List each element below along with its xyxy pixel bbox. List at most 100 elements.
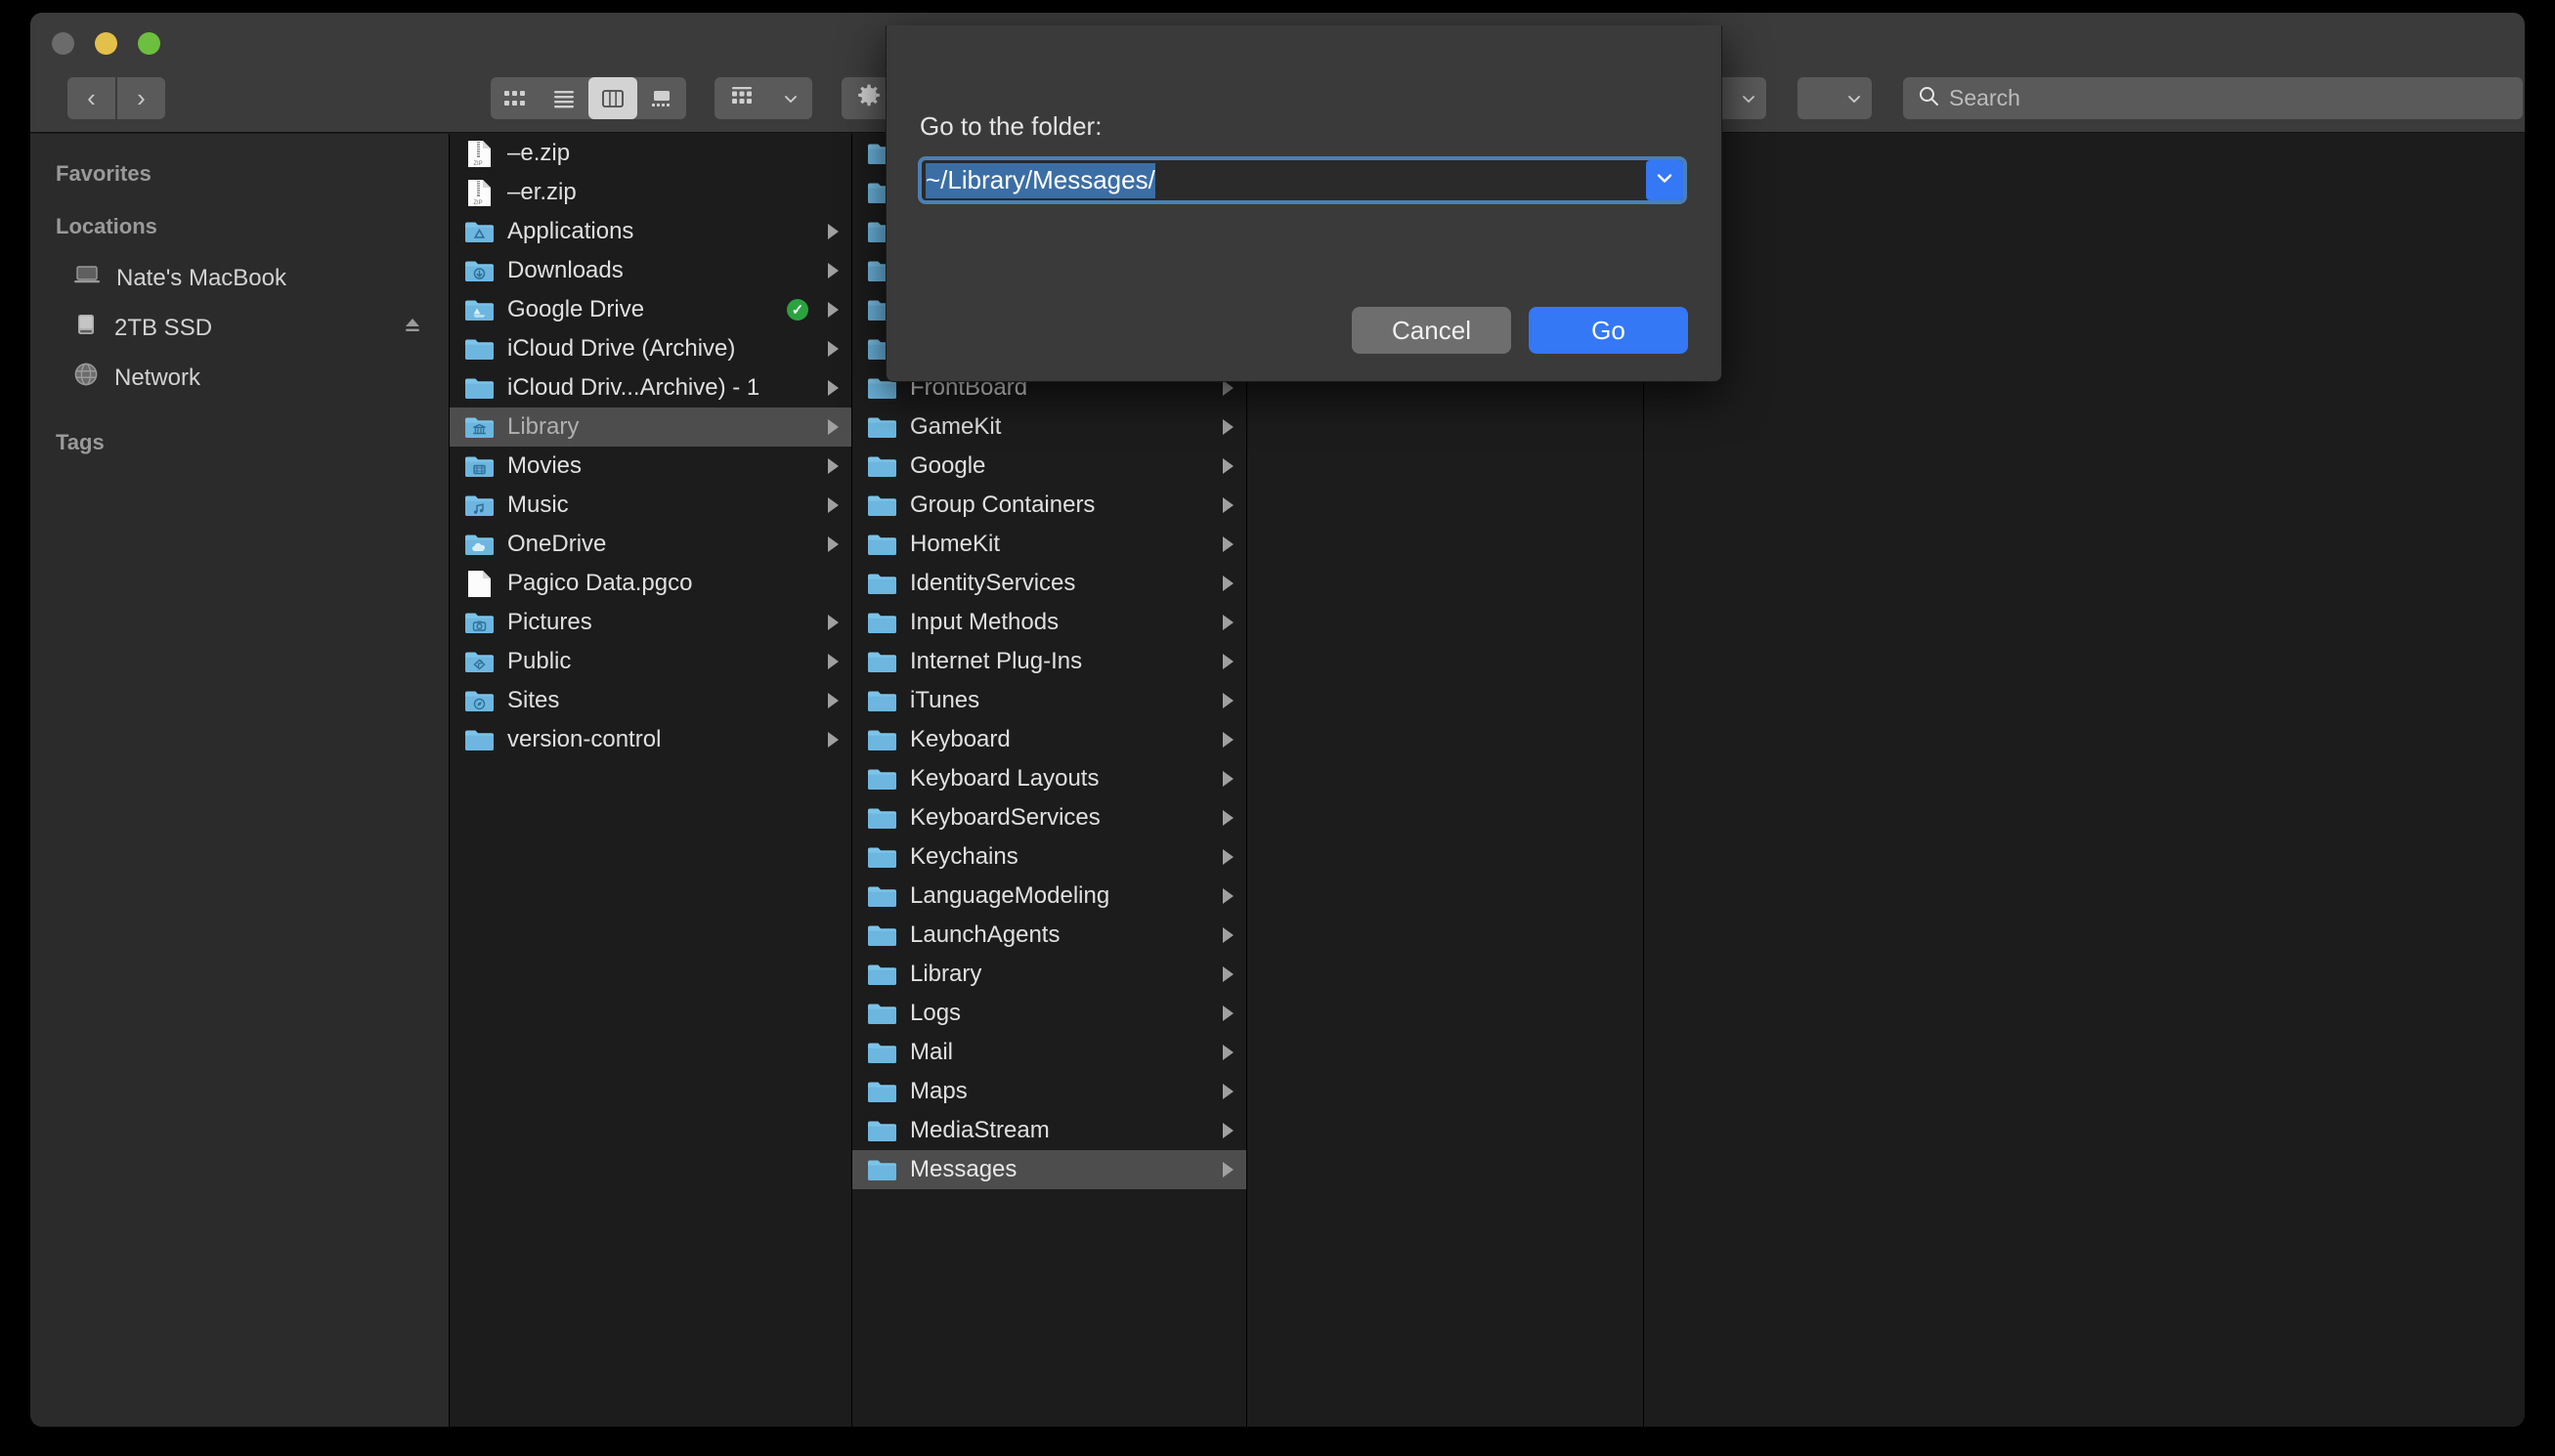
file-row[interactable]: Messages [852,1150,1246,1189]
disclosure-arrow-icon[interactable] [1223,654,1234,669]
disclosure-arrow-icon[interactable] [828,380,839,396]
disclosure-arrow-icon[interactable] [1223,1045,1234,1060]
file-row[interactable]: iTunes [852,681,1246,720]
disclosure-arrow-icon[interactable] [828,654,839,669]
list-view-button[interactable] [540,77,588,119]
folder-icon [866,765,898,792]
file-row[interactable]: Downloads [450,251,851,290]
disclosure-arrow-icon[interactable] [1223,966,1234,982]
file-row[interactable]: Keychains [852,837,1246,877]
disclosure-arrow-icon[interactable] [1223,536,1234,552]
disclosure-arrow-icon[interactable] [1223,849,1234,865]
disclosure-arrow-icon[interactable] [1223,1162,1234,1178]
file-row[interactable]: Library [450,407,851,447]
disclosure-arrow-icon[interactable] [1223,380,1234,396]
file-row[interactable]: ZIP –e.zip [450,134,851,173]
disclosure-arrow-icon[interactable] [828,263,839,278]
disclosure-arrow-icon[interactable] [1223,1084,1234,1099]
column-view-button[interactable] [588,77,637,119]
file-row[interactable]: Keyboard [852,720,1246,759]
file-row[interactable]: IdentityServices [852,564,1246,603]
back-button[interactable]: ‹ [67,77,115,119]
folder-path-input[interactable]: ~/Library/Messages/ [918,156,1687,204]
search-input[interactable]: Search [1903,77,2523,119]
file-row[interactable]: Internet Plug-Ins [852,642,1246,681]
file-row[interactable]: ZIP –er.zip [450,173,851,212]
file-row[interactable]: Google [852,447,1246,486]
folder-icon [866,531,898,558]
disclosure-arrow-icon[interactable] [828,302,839,318]
file-row[interactable]: Applications [450,212,851,251]
file-row[interactable]: Sites [450,681,851,720]
file-row[interactable]: version-control [450,720,851,759]
disclosure-arrow-icon[interactable] [1223,888,1234,904]
file-row[interactable]: OneDrive [450,525,851,564]
file-row[interactable]: Mail [852,1033,1246,1072]
file-row[interactable]: LaunchAgents [852,916,1246,955]
file-row[interactable]: Logs [852,994,1246,1033]
search-icon [1917,84,1940,112]
disclosure-arrow-icon[interactable] [1223,693,1234,708]
group-by-button[interactable] [715,77,812,119]
file-row[interactable]: Pictures [450,603,851,642]
disclosure-arrow-icon[interactable] [1223,810,1234,826]
disclosure-arrow-icon[interactable] [828,458,839,474]
file-row[interactable]: iCloud Drive (Archive) [450,329,851,368]
disclosure-arrow-icon[interactable] [1223,458,1234,474]
folder-path-text: ~/Library/Messages/ [926,162,1155,198]
disclosure-arrow-icon[interactable] [828,693,839,708]
sidebar-item-network[interactable]: Network [30,353,449,403]
disclosure-arrow-icon[interactable] [1223,732,1234,748]
eject-icon[interactable] [402,317,423,340]
disclosure-arrow-icon[interactable] [1223,419,1234,435]
disclosure-arrow-icon[interactable] [828,497,839,513]
file-row[interactable]: Pagico Data.pgco [450,564,851,603]
disclosure-arrow-icon[interactable] [828,419,839,435]
file-row[interactable]: Movies [450,447,851,486]
disclosure-arrow-icon[interactable] [828,732,839,748]
file-row[interactable]: MediaStream [852,1111,1246,1150]
folder-icon [866,726,898,753]
file-row-label: Logs [910,1000,962,1026]
file-row[interactable]: Input Methods [852,603,1246,642]
finder-window: Messages ‹ › [30,13,2525,1427]
disclosure-arrow-icon[interactable] [828,536,839,552]
disclosure-arrow-icon[interactable] [1223,771,1234,787]
disclosure-arrow-icon[interactable] [1223,576,1234,591]
sidebar-item-nates-macbook[interactable]: Nate's MacBook [30,253,449,303]
disclosure-arrow-icon[interactable] [828,615,839,630]
column-home[interactable]: ZIP –e.zip ZIP –er.zip Applications Downloads… [450,134,852,1427]
disclosure-arrow-icon[interactable] [1223,1006,1234,1021]
sidebar-item-2tb-ssd[interactable]: 2TB SSD [30,303,449,353]
file-row[interactable]: Google Drive ✓ [450,290,851,329]
go-button[interactable]: Go [1529,307,1688,354]
disclosure-arrow-icon[interactable] [1223,497,1234,513]
disclosure-arrow-icon[interactable] [828,224,839,239]
file-row[interactable]: Library [852,955,1246,994]
file-row[interactable]: iCloud Driv...Archive) - 1 [450,368,851,407]
file-row[interactable]: Music [450,486,851,525]
file-row[interactable]: HomeKit [852,525,1246,564]
cancel-button[interactable]: Cancel [1352,307,1511,354]
icon-view-button[interactable] [491,77,540,119]
disclosure-arrow-icon[interactable] [1223,1123,1234,1138]
file-row[interactable]: Group Containers [852,486,1246,525]
gallery-view-button[interactable] [637,77,686,119]
pictures-folder-icon [463,609,496,636]
forward-button[interactable]: › [117,77,165,119]
file-row[interactable]: Public [450,642,851,681]
column-preview-empty [1644,134,2525,1427]
file-row[interactable]: Maps [852,1072,1246,1111]
file-row-label: –e.zip [507,140,571,166]
file-row[interactable]: KeyboardServices [852,798,1246,837]
disclosure-arrow-icon[interactable] [1223,927,1234,943]
file-row[interactable]: LanguageModeling [852,877,1246,916]
folder-icon [866,452,898,480]
disclosure-arrow-icon[interactable] [828,341,839,357]
path-history-dropdown-button[interactable] [1646,160,1683,200]
file-row[interactable]: Keyboard Layouts [852,759,1246,798]
toolbar-dropdown-2[interactable] [1797,77,1872,119]
disclosure-arrow-icon[interactable] [1223,615,1234,630]
file-row[interactable]: GameKit [852,407,1246,447]
file-row-label: Music [507,492,569,518]
